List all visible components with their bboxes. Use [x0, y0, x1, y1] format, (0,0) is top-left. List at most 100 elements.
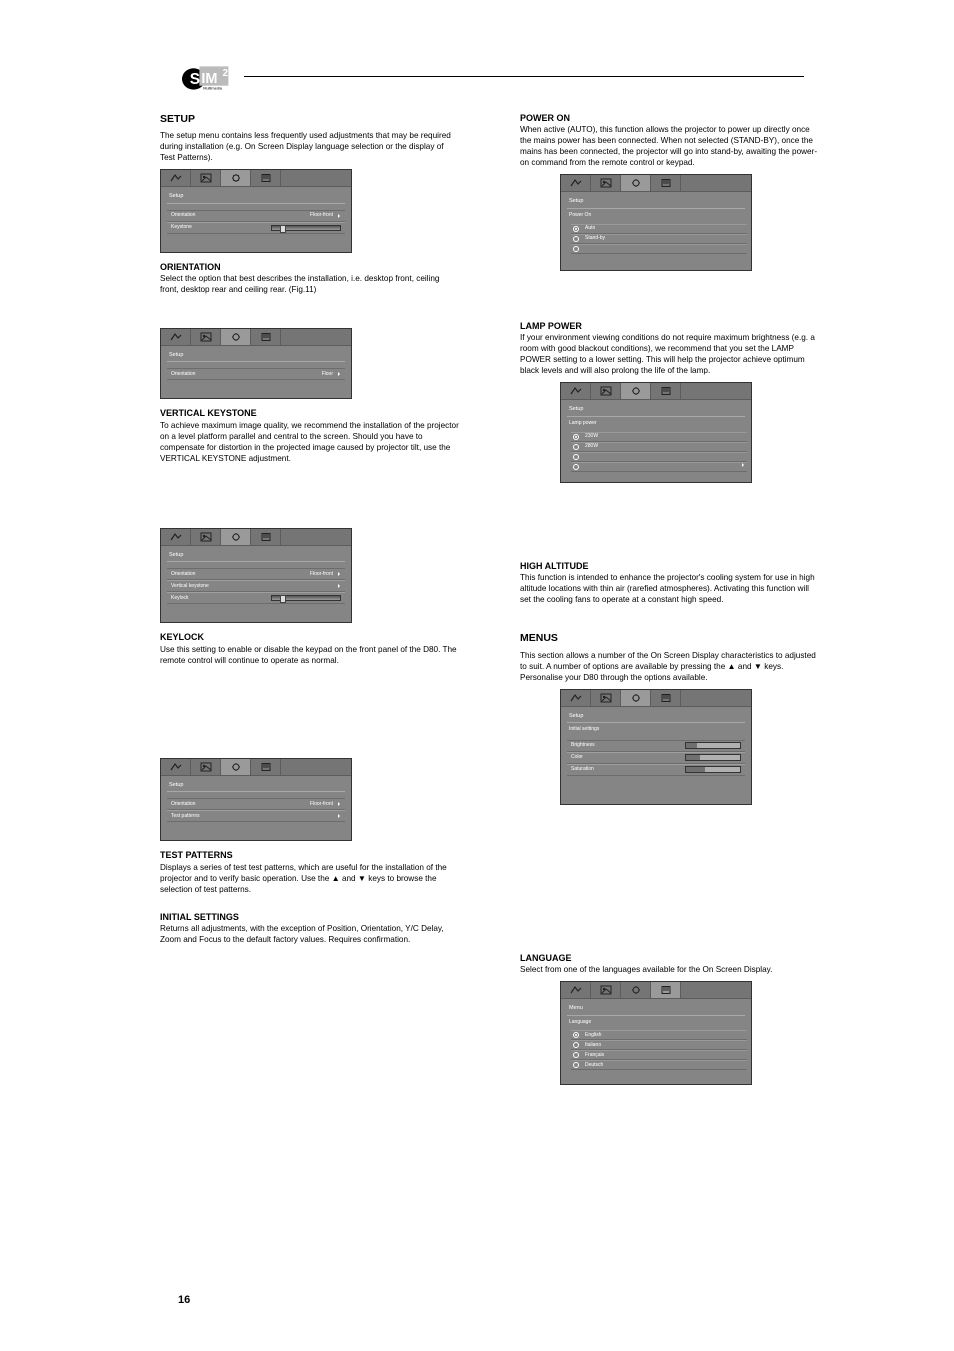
- radio-francais[interactable]: Français: [571, 1050, 747, 1060]
- tab-image-icon[interactable]: [591, 690, 621, 706]
- block-language: LANGUAGE Select from one of the language…: [520, 892, 820, 1093]
- osd-subhead: Lamp power: [561, 417, 751, 428]
- heading-menus: MENUS: [520, 631, 820, 645]
- osd-row-orientation[interactable]: Orientation Floor-front: [167, 210, 345, 222]
- osd-row-keylock[interactable]: Keylock: [167, 592, 345, 604]
- heading-poweron: POWER ON: [520, 112, 820, 124]
- radio-auto[interactable]: Auto: [571, 224, 747, 234]
- osd-panel-initial: Setup Initial settings Brightness Color …: [560, 689, 752, 805]
- tab-menu-icon[interactable]: [651, 982, 681, 998]
- radio-deutsch[interactable]: Deutsch: [571, 1060, 747, 1070]
- tab-picture-icon[interactable]: [161, 759, 191, 775]
- tab-image-icon[interactable]: [191, 170, 221, 186]
- block-testpatterns: Setup Orientation Floor-front Test patte…: [160, 752, 460, 951]
- tab-setup-icon[interactable]: [621, 175, 651, 191]
- tab-picture-icon[interactable]: [561, 383, 591, 399]
- tab-image-icon[interactable]: [191, 759, 221, 775]
- para-initial: Returns all adjustments, with the except…: [160, 923, 460, 945]
- radio-icon: [573, 236, 579, 242]
- chevron-right-icon: [337, 584, 341, 588]
- tab-menu-icon[interactable]: [651, 383, 681, 399]
- osd-panel-orientation: Setup Orientation Floor-front Keystone: [160, 169, 352, 252]
- section-setup: SETUP The setup menu contains less frequ…: [160, 112, 460, 301]
- radio-standby[interactable]: Stand-by: [571, 234, 747, 244]
- radio-option[interactable]: [571, 244, 747, 254]
- tab-setup-icon[interactable]: [621, 383, 651, 399]
- tab-image-icon[interactable]: [591, 982, 621, 998]
- tab-menu-icon[interactable]: [651, 690, 681, 706]
- tab-image-icon[interactable]: [191, 329, 221, 345]
- slider-keystone[interactable]: [271, 225, 341, 231]
- radio-group-lamp: 230W 280W: [571, 432, 747, 472]
- block-vkeystone: Setup Orientation Floor VERTICAL KEYSTON…: [160, 322, 460, 470]
- tab-picture-icon[interactable]: [561, 690, 591, 706]
- tab-menu-icon[interactable]: [251, 170, 281, 186]
- radio-icon: [573, 246, 579, 252]
- block-lamp: LAMP POWER If your environment viewing c…: [520, 320, 820, 491]
- osd-row-saturation[interactable]: Saturation: [567, 764, 745, 776]
- svg-text:Multimedia: Multimedia: [203, 87, 223, 91]
- osd-panel-orientation-2: Setup Orientation Floor: [160, 328, 352, 399]
- tab-setup-icon[interactable]: [621, 690, 651, 706]
- radio-230w[interactable]: 230W: [571, 432, 747, 442]
- radio-group-language: English Italiano Français Deutsch: [571, 1030, 747, 1070]
- osd-subhead: Power On: [561, 209, 751, 220]
- tab-setup-icon[interactable]: [621, 982, 651, 998]
- para-altitude: This function is intended to enhance the…: [520, 572, 820, 605]
- slider-color[interactable]: [685, 754, 741, 761]
- radio-280w[interactable]: 280W: [571, 442, 747, 452]
- osd-row-orientation[interactable]: Orientation Floor: [167, 368, 345, 380]
- svg-text:S: S: [190, 71, 200, 88]
- radio-italiano[interactable]: Italiano: [571, 1040, 747, 1050]
- tab-picture-icon[interactable]: [161, 529, 191, 545]
- tab-setup-icon[interactable]: [221, 329, 251, 345]
- para-keylock: Use this setting to enable or disable th…: [160, 644, 460, 666]
- tab-menu-icon[interactable]: [251, 759, 281, 775]
- osd-panel-poweron: Setup Power On Auto Stand-by: [560, 174, 752, 270]
- radio-english[interactable]: English: [571, 1030, 747, 1040]
- radio-option[interactable]: [571, 452, 747, 462]
- header-rule: [244, 76, 804, 77]
- block-keylock: Setup Orientation Floor-front Vertical k…: [160, 522, 460, 672]
- tab-menu-icon[interactable]: [251, 329, 281, 345]
- chevron-right-icon: [337, 572, 341, 576]
- osd-subhead: Language: [561, 1016, 751, 1027]
- tab-setup-icon[interactable]: [221, 759, 251, 775]
- osd-row-brightness[interactable]: Brightness: [567, 740, 745, 752]
- tab-image-icon[interactable]: [591, 175, 621, 191]
- tab-setup-icon[interactable]: [221, 170, 251, 186]
- tab-picture-icon[interactable]: [161, 329, 191, 345]
- osd-row-testpatterns[interactable]: Test patterns: [167, 810, 345, 822]
- heading-orientation: ORIENTATION: [160, 261, 460, 273]
- osd-row-orientation[interactable]: Orientation Floor-front: [167, 798, 345, 810]
- osd-panel-test: Setup Orientation Floor-front Test patte…: [160, 758, 352, 841]
- osd-row-orientation[interactable]: Orientation Floor-front: [167, 568, 345, 580]
- tab-setup-icon[interactable]: [221, 529, 251, 545]
- osd-row-vkeystone[interactable]: Vertical keystone: [167, 580, 345, 592]
- slider-saturation[interactable]: [685, 766, 741, 773]
- heading-altitude: HIGH ALTITUDE: [520, 560, 820, 572]
- tab-image-icon[interactable]: [191, 529, 221, 545]
- tab-picture-icon[interactable]: [561, 982, 591, 998]
- chevron-right-icon: [741, 463, 745, 470]
- chevron-right-icon: [337, 814, 341, 818]
- radio-icon: [573, 1052, 579, 1058]
- tab-image-icon[interactable]: [591, 383, 621, 399]
- para-vkeystone: To achieve maximum image quality, we rec…: [160, 420, 460, 464]
- chevron-right-icon: [337, 372, 341, 376]
- osd-panel-lamp: Setup Lamp power 230W 280W: [560, 382, 752, 482]
- slider-keylock[interactable]: [271, 595, 341, 601]
- tab-menu-icon[interactable]: [651, 175, 681, 191]
- osd-row-color[interactable]: Color: [567, 752, 745, 764]
- slider-brightness[interactable]: [685, 742, 741, 749]
- tab-picture-icon[interactable]: [561, 175, 591, 191]
- radio-icon: [573, 1032, 579, 1038]
- osd-row-keystone[interactable]: Keystone: [167, 222, 345, 234]
- radio-icon: [573, 1042, 579, 1048]
- para-menus: This section allows a number of the On S…: [520, 650, 820, 683]
- tab-picture-icon[interactable]: [161, 170, 191, 186]
- radio-option[interactable]: [571, 462, 747, 472]
- chevron-right-icon: [337, 214, 341, 218]
- tab-menu-icon[interactable]: [251, 529, 281, 545]
- heading-language: LANGUAGE: [520, 952, 820, 964]
